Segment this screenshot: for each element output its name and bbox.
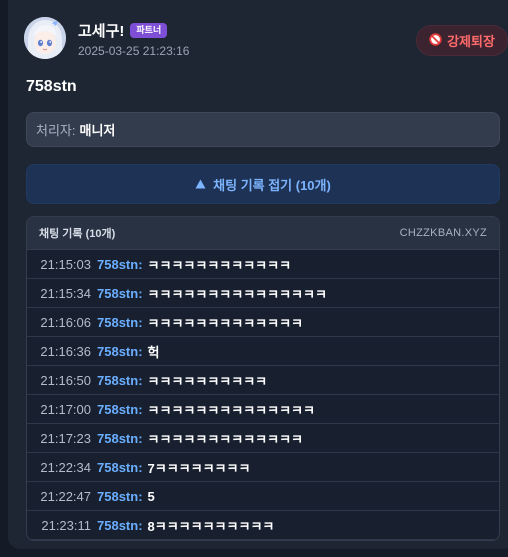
chat-message: ㅋㅋㅋㅋㅋㅋㅋㅋㅋㅋ: [147, 373, 268, 389]
target-username: 758stn: [26, 78, 77, 95]
site-label: CHZZKBAN.XYZ: [399, 227, 487, 239]
avatar-image: [24, 17, 66, 59]
chat-time: 21:17:23: [40, 430, 91, 446]
event-timestamp: 2025-03-25 21:23:16: [78, 44, 190, 58]
chat-message: 8ㅋㅋㅋㅋㅋㅋㅋㅋㅋㅋ: [147, 518, 275, 534]
chat-log-row: 21:16:50 758stn: ㅋㅋㅋㅋㅋㅋㅋㅋㅋㅋ: [27, 366, 499, 395]
chat-time: 21:16:50: [40, 372, 91, 388]
chat-user: 758stn:: [97, 285, 143, 301]
chat-log-row: 21:17:00 758stn: ㅋㅋㅋㅋㅋㅋㅋㅋㅋㅋㅋㅋㅋㅋ: [27, 395, 499, 424]
chat-time: 21:16:36: [40, 343, 91, 359]
handler-box: 처리자: 매니저: [26, 112, 500, 147]
chat-user: 758stn:: [97, 459, 143, 475]
chat-user: 758stn:: [97, 314, 143, 330]
avatar[interactable]: [24, 17, 66, 59]
collapse-chat-log-button[interactable]: 채팅 기록 접기 (10개): [26, 164, 500, 204]
chat-message: ㅋㅋㅋㅋㅋㅋㅋㅋㅋㅋㅋㅋㅋㅋㅋ: [147, 286, 327, 302]
chat-time: 21:15:34: [40, 285, 91, 301]
chat-message: 헉: [147, 344, 160, 360]
handler-value: 매니저: [79, 123, 116, 138]
chat-time: 21:15:03: [40, 256, 91, 272]
collapse-label: 채팅 기록 접기 (10개): [213, 177, 331, 193]
chat-log-row: 21:16:36 758stn: 헉: [27, 337, 499, 366]
chat-user: 758stn:: [97, 430, 143, 446]
chat-log-table: 채팅 기록 (10개) CHZZKBAN.XYZ 21:15:03 758stn:…: [26, 216, 500, 541]
chat-time: 21:17:00: [40, 401, 91, 417]
chat-message: ㅋㅋㅋㅋㅋㅋㅋㅋㅋㅋㅋㅋㅋ: [147, 315, 304, 331]
moderation-card: 고세구! 파트너 2025-03-25 21:23:16 강제퇴장 758stn…: [8, 0, 508, 549]
chat-time: 21:22:34: [40, 459, 91, 475]
chat-user: 758stn:: [97, 488, 143, 504]
handler-label: 처리자:: [36, 123, 76, 138]
ban-icon: [429, 32, 442, 49]
chat-user: 758stn:: [97, 517, 143, 533]
triangle-up-icon: [195, 177, 206, 192]
chat-message: ㅋㅋㅋㅋㅋㅋㅋㅋㅋㅋㅋㅋㅋ: [147, 431, 304, 447]
chat-log-rows: 21:15:03 758stn: ㅋㅋㅋㅋㅋㅋㅋㅋㅋㅋㅋㅋ 21:15:34 758st…: [27, 250, 499, 540]
chat-log-row: 21:23:11 758stn: 8ㅋㅋㅋㅋㅋㅋㅋㅋㅋㅋ: [27, 511, 499, 540]
chat-log-title: 채팅 기록 (10개): [39, 228, 116, 240]
chat-log-row: 21:15:03 758stn: ㅋㅋㅋㅋㅋㅋㅋㅋㅋㅋㅋㅋ: [27, 250, 499, 279]
chat-user: 758stn:: [97, 256, 143, 272]
chat-log-row: 21:17:23 758stn: ㅋㅋㅋㅋㅋㅋㅋㅋㅋㅋㅋㅋㅋ: [27, 424, 499, 453]
chat-message: ㅋㅋㅋㅋㅋㅋㅋㅋㅋㅋㅋㅋ: [147, 257, 292, 273]
chat-user: 758stn:: [97, 372, 143, 388]
chat-time: 21:22:47: [40, 488, 91, 504]
chat-log-row: 21:22:34 758stn: 7ㅋㅋㅋㅋㅋㅋㅋㅋ: [27, 453, 499, 482]
chat-message: 5: [147, 488, 155, 504]
chat-log-row: 21:22:47 758stn: 5: [27, 482, 499, 511]
chat-log-row: 21:15:34 758stn: ㅋㅋㅋㅋㅋㅋㅋㅋㅋㅋㅋㅋㅋㅋㅋ: [27, 279, 499, 308]
streamer-name-row: 고세구! 파트너: [78, 20, 168, 41]
force-kick-label: 강제퇴장: [447, 34, 495, 49]
force-kick-button[interactable]: 강제퇴장: [416, 25, 508, 56]
chat-time: 21:16:06: [40, 314, 91, 330]
card-header: 고세구! 파트너 2025-03-25 21:23:16 강제퇴장: [24, 17, 508, 61]
chat-message: ㅋㅋㅋㅋㅋㅋㅋㅋㅋㅋㅋㅋㅋㅋ: [147, 402, 315, 418]
chat-user: 758stn:: [97, 401, 143, 417]
chat-log-row: 21:16:06 758stn: ㅋㅋㅋㅋㅋㅋㅋㅋㅋㅋㅋㅋㅋ: [27, 308, 499, 337]
chat-user: 758stn:: [97, 343, 143, 359]
partner-badge: 파트너: [130, 23, 168, 38]
streamer-name: 고세구!: [78, 23, 125, 40]
chat-time: 21:23:11: [41, 517, 91, 533]
chat-log-header: 채팅 기록 (10개) CHZZKBAN.XYZ: [27, 217, 499, 250]
chat-message: 7ㅋㅋㅋㅋㅋㅋㅋㅋ: [147, 460, 251, 476]
